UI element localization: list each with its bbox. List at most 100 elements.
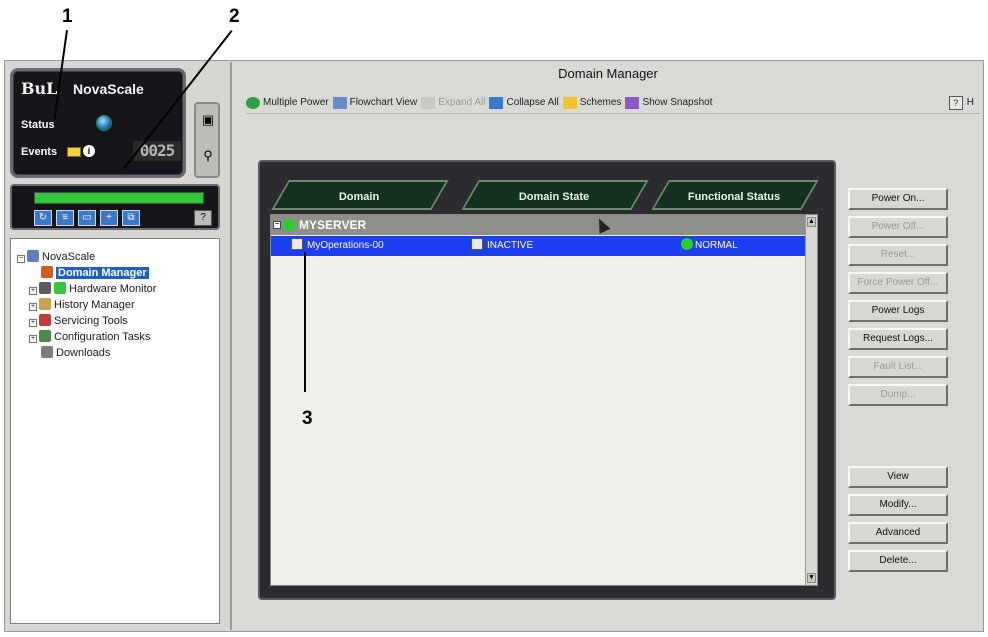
callout-3-leader [304,252,306,392]
force-power-off-button[interactable]: Force Power Off... [848,272,948,294]
functional-status: NORMAL [695,240,738,251]
hardware-monitor-icon [39,282,51,294]
tree-item-domain-manager[interactable]: Domain Manager [17,265,219,281]
fault-list-button[interactable]: Fault List... [848,356,948,378]
tree-item-label: NovaScale [42,251,96,263]
expand-all-icon [421,96,436,109]
tree-item-downloads[interactable]: Downloads [17,345,219,361]
list-view-icon[interactable]: ≡ [56,210,74,226]
toolbar-label: Schemes [579,97,622,108]
expand-icon[interactable]: + [29,335,37,343]
power-off-button[interactable]: Power Off... [848,216,948,238]
tree-item-label: Domain Manager [56,267,149,279]
heartbeat-fill [35,193,203,203]
toolbar-label: Expand All [438,97,486,108]
domain-name: MyOperations-00 [307,240,384,251]
expand-icon[interactable]: + [29,303,37,311]
help-icon: ? [948,95,963,110]
status-cell: NORMAL [681,236,738,256]
inactive-icon [471,238,483,250]
tree-item-label: Hardware Monitor [69,283,157,295]
collapse-icon[interactable]: − [273,221,281,229]
group-name: MYSERVER [299,218,367,232]
window-icon[interactable]: ▭ [78,210,96,226]
advanced-button[interactable]: Advanced [848,522,948,544]
state-cell: INACTIVE [471,236,533,256]
page-title: Domain Manager [558,66,658,81]
tree-item-history-manager[interactable]: + History Manager [17,297,219,313]
side-toolbar: ▣ ⚲ [194,102,220,178]
status-ok-icon [283,219,295,231]
view-button[interactable]: View [848,466,948,488]
schemes-button[interactable]: Schemes [562,96,622,109]
reset-button[interactable]: Reset... [848,244,948,266]
events-info-icon[interactable]: i [83,145,95,157]
tab-label: Domain [338,191,380,203]
folder-icon [562,96,577,109]
collapse-icon[interactable]: − [17,255,25,263]
delete-button[interactable]: Delete... [848,550,948,572]
toolbar-label: Show Snapshot [642,97,713,108]
status-globe-icon[interactable] [97,116,111,130]
expand-icon[interactable]: + [29,319,37,327]
group-row-myserver[interactable]: − MYSERVER [271,215,807,235]
add-icon[interactable]: + [100,210,118,226]
request-logs-button[interactable]: Request Logs... [848,328,948,350]
collapse-all-button[interactable]: Collapse All [489,96,559,109]
snapshot-icon [625,96,640,109]
binoculars-icon[interactable]: ⚲ [200,148,216,164]
cascade-icon[interactable]: ⧉ [122,210,140,226]
help-button[interactable]: ? H [948,95,980,110]
downloads-icon [41,346,53,358]
domain-grid: − MYSERVER MyOperations-00 INACTIVE NORM… [270,214,818,586]
dump-button[interactable]: Dump... [848,384,948,406]
bull-logo: BuL [21,79,58,98]
configuration-tasks-icon [39,330,51,342]
events-message-icon[interactable] [67,147,81,157]
help-icon[interactable]: ? [194,210,212,226]
vertical-scrollbar[interactable]: ▲ ▼ [805,215,817,585]
expand-icon[interactable]: + [29,287,37,295]
callout-3: 3 [302,408,313,429]
tree-item-configuration-tasks[interactable]: + Configuration Tasks [17,329,219,345]
main-pane: Domain Manager Multiple Power Flowchart … [230,62,982,630]
flowchart-icon [332,96,347,109]
tree-item-servicing-tools[interactable]: + Servicing Tools [17,313,219,329]
tree-item-label: Downloads [56,347,111,359]
toolbar: Multiple Power Flowchart View Expand All… [246,92,980,114]
multiple-power-button[interactable]: Multiple Power [246,96,329,109]
servicing-tools-icon [39,314,51,326]
callout-1: 1 [62,6,73,27]
tab-functional-status[interactable]: Functional Status [651,180,819,210]
tab-domain-state[interactable]: Domain State [461,180,649,210]
power-logs-button[interactable]: Power Logs [848,300,948,322]
heartbeat-bar [34,192,204,204]
pam-tree-icon[interactable]: ▣ [200,112,216,128]
tree-item-label: Servicing Tools [54,315,128,327]
navigation-tree: − NovaScale Domain Manager + Hardware Moni… [10,238,220,624]
expand-all-button[interactable]: Expand All [421,96,486,109]
power-on-button[interactable]: Power On... [848,188,948,210]
scroll-up-icon[interactable]: ▲ [807,217,816,227]
tab-domain[interactable]: Domain [271,180,449,210]
domain-table-frame: Domain Domain State Functional Status − … [258,160,836,600]
show-snapshot-button[interactable]: Show Snapshot [625,96,713,109]
toolbar-label: Collapse All [506,97,559,108]
status-ok-icon [681,238,693,250]
heartbeat-panel: ↻ ≡ ▭ + ⧉ ? [10,184,220,230]
refresh-icon[interactable]: ↻ [34,210,52,226]
toolbar-label: H [966,97,974,108]
table-row[interactable]: MyOperations-00 INACTIVE NORMAL [271,236,807,256]
scroll-down-icon[interactable]: ▼ [807,573,816,583]
power-icon [246,96,260,109]
tree-item-hardware-monitor[interactable]: + Hardware Monitor [17,281,219,297]
domain-icon [291,238,303,250]
server-icon [27,250,39,262]
modify-button[interactable]: Modify... [848,494,948,516]
domain-manager-icon [41,266,53,278]
toolbar-label: Flowchart View [349,97,418,108]
tab-label: Domain State [518,191,589,203]
tree-item-novascale[interactable]: − NovaScale [17,249,219,265]
collapse-all-icon [489,96,504,109]
flowchart-view-button[interactable]: Flowchart View [332,96,418,109]
